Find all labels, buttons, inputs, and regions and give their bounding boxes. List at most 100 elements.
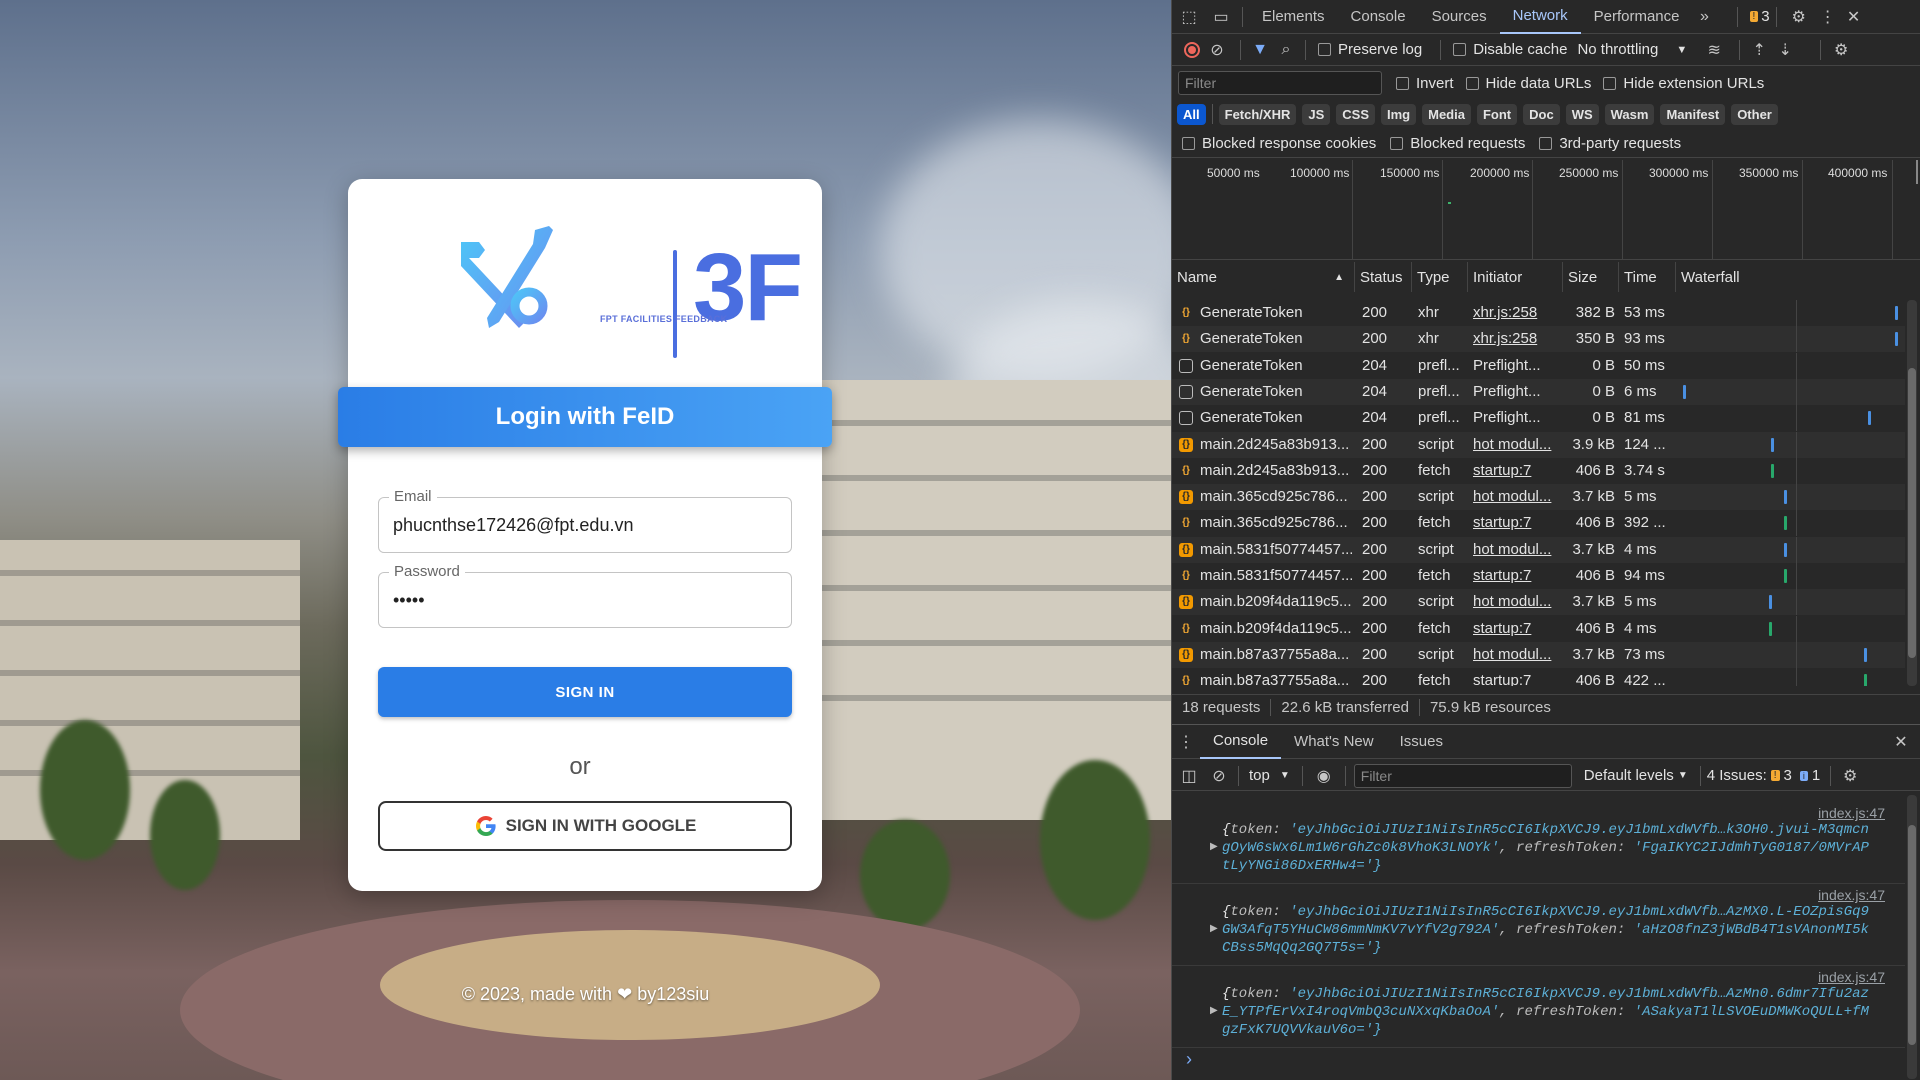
password-value[interactable]: •••••	[393, 590, 425, 611]
network-row[interactable]: {} main.2d245a83b913... 200 fetch startup:7 4…	[1172, 457, 1905, 484]
chip-media[interactable]: Media	[1422, 103, 1471, 125]
network-row[interactable]: GenerateToken 204 prefl... Preflight... 0 B 5…	[1172, 352, 1905, 379]
request-name[interactable]: main.b209f4da119c5...	[1200, 620, 1352, 637]
hide-extension-urls-checkbox[interactable]	[1603, 76, 1617, 90]
chip-doc[interactable]: Doc	[1523, 103, 1560, 125]
close-drawer-icon[interactable]: ✕	[1889, 732, 1913, 752]
password-field[interactable]: Password •••••	[378, 563, 792, 628]
chip-img[interactable]: Img	[1381, 103, 1417, 125]
google-sign-in-button[interactable]: SIGN IN WITH GOOGLE	[378, 801, 792, 851]
request-name[interactable]: main.5831f50774457...	[1200, 541, 1352, 558]
network-row[interactable]: {} main.b87a37755a8a... 200 fetch startup:7 4…	[1172, 668, 1905, 686]
request-name[interactable]: GenerateToken	[1200, 330, 1352, 347]
drawer-tab-whats-new[interactable]: What's New	[1281, 725, 1387, 759]
network-filter-input[interactable]: Filter	[1178, 71, 1382, 95]
disable-cache-checkbox[interactable]	[1453, 43, 1467, 56]
tab-console[interactable]: Console	[1338, 0, 1419, 34]
drawer-tab-issues[interactable]: Issues	[1387, 725, 1456, 759]
chip-all[interactable]: All	[1177, 103, 1206, 125]
request-initiator[interactable]: Preflight...	[1473, 383, 1559, 400]
column-header-initiator[interactable]: Initiator	[1468, 262, 1563, 292]
console-scrollbar[interactable]	[1907, 795, 1917, 1079]
tab-performance[interactable]: Performance	[1581, 0, 1693, 34]
log-levels-select[interactable]: Default levels ▼	[1584, 767, 1688, 784]
network-row[interactable]: {} main.365cd925c786... 200 fetch startup:7 4…	[1172, 510, 1905, 537]
drawer-tab-console[interactable]: Console	[1200, 725, 1282, 759]
request-name[interactable]: GenerateToken	[1200, 357, 1352, 374]
chip-manifest[interactable]: Manifest	[1660, 103, 1726, 125]
network-row[interactable]: {} main.5831f50774457... 200 script hot modu…	[1172, 536, 1905, 563]
chip-font[interactable]: Font	[1476, 103, 1518, 125]
chip-fetch-xhr[interactable]: Fetch/XHR	[1218, 103, 1297, 125]
network-row[interactable]: {} GenerateToken 200 xhr xhr.js:258 350 B 93 m…	[1172, 326, 1905, 353]
device-toolbar-icon[interactable]: ▭	[1206, 7, 1236, 27]
column-header-name[interactable]: Name ▲	[1172, 262, 1355, 292]
network-conditions-icon[interactable]: ≋	[1695, 40, 1733, 60]
column-header-type[interactable]: Type	[1412, 262, 1468, 292]
log-source-link[interactable]: index.js:47	[1818, 887, 1885, 903]
log-source-link[interactable]: index.js:47	[1818, 805, 1885, 821]
invert-checkbox[interactable]	[1396, 76, 1409, 90]
upload-icon[interactable]: ⇡	[1746, 40, 1772, 60]
request-initiator[interactable]: hot modul...	[1473, 436, 1559, 453]
console-filter-input[interactable]: Filter	[1353, 763, 1572, 788]
request-name[interactable]: GenerateToken	[1200, 383, 1352, 400]
table-scrollbar[interactable]	[1907, 300, 1917, 686]
email-value[interactable]: phucnthse172426@fpt.edu.vn	[393, 515, 633, 536]
column-header-status[interactable]: Status	[1355, 262, 1412, 292]
search-icon[interactable]: ⌕	[1273, 41, 1299, 59]
chip-other[interactable]: Other	[1731, 103, 1778, 125]
console-log-entry[interactable]: {token: 'eyJhbGciOiJIUzI1NiIsInR5cCI6Ikp…	[1210, 821, 1902, 875]
chip-wasm[interactable]: Wasm	[1604, 103, 1655, 125]
log-source-link[interactable]: index.js:47	[1818, 969, 1885, 985]
console-log-entry[interactable]: {token: 'eyJhbGciOiJIUzI1NiIsInR5cCI6Ikp…	[1210, 985, 1902, 1039]
close-devtools-icon[interactable]: ✕	[1841, 7, 1867, 27]
network-row[interactable]: {} main.b87a37755a8a... 200 script hot modul…	[1172, 641, 1905, 668]
network-settings-icon[interactable]: ⚙	[1827, 40, 1855, 60]
request-initiator[interactable]: hot modul...	[1473, 646, 1559, 663]
network-row[interactable]: {} main.5831f50774457... 200 fetch startup:7…	[1172, 563, 1905, 589]
request-name[interactable]: main.365cd925c786...	[1200, 488, 1352, 505]
filter-icon[interactable]: ▼	[1247, 41, 1273, 59]
context-select[interactable]: top ▼	[1249, 767, 1290, 784]
throttling-select[interactable]: No throttling ▼	[1577, 41, 1687, 58]
request-name[interactable]: main.2d245a83b913...	[1200, 436, 1352, 453]
request-name[interactable]: main.5831f50774457...	[1200, 567, 1352, 584]
network-row[interactable]: {} main.b209f4da119c5... 200 script hot modu…	[1172, 589, 1905, 616]
request-name[interactable]: main.365cd925c786...	[1200, 514, 1352, 531]
network-row[interactable]: GenerateToken 204 prefl... Preflight... 0 B 8…	[1172, 405, 1905, 432]
blocked-cookies-checkbox[interactable]	[1182, 137, 1195, 150]
network-row[interactable]: {} GenerateToken 200 xhr xhr.js:258 382 B 53 m…	[1172, 300, 1905, 326]
request-initiator[interactable]: xhr.js:258	[1473, 304, 1559, 321]
request-name[interactable]: GenerateToken	[1200, 304, 1352, 321]
chip-ws[interactable]: WS	[1565, 103, 1599, 125]
download-icon[interactable]: ⇣	[1772, 40, 1798, 60]
tab-network[interactable]: Network	[1499, 0, 1581, 34]
request-initiator[interactable]: Preflight...	[1473, 357, 1559, 374]
console-issues-counter[interactable]: 4 Issues: ! 3 i 1	[1707, 767, 1821, 784]
more-tabs-icon[interactable]: »	[1693, 8, 1717, 26]
issues-badge[interactable]: ! 3	[1749, 8, 1770, 25]
request-initiator[interactable]: startup:7	[1473, 672, 1559, 686]
settings-icon[interactable]: ⚙	[1783, 7, 1815, 27]
chip-js[interactable]: JS	[1302, 103, 1331, 125]
request-name[interactable]: GenerateToken	[1200, 409, 1352, 426]
sign-in-button[interactable]: SIGN IN	[378, 667, 792, 717]
request-initiator[interactable]: startup:7	[1473, 620, 1559, 637]
request-initiator[interactable]: hot modul...	[1473, 488, 1559, 505]
network-row[interactable]: {} main.b209f4da119c5... 200 fetch startup:7…	[1172, 615, 1905, 642]
tab-elements[interactable]: Elements	[1249, 0, 1338, 34]
chip-css[interactable]: CSS	[1336, 103, 1375, 125]
request-name[interactable]: main.b87a37755a8a...	[1200, 646, 1352, 663]
third-party-checkbox[interactable]	[1539, 137, 1553, 150]
request-initiator[interactable]: startup:7	[1473, 567, 1559, 584]
clear-console-icon[interactable]: ⊘	[1206, 766, 1232, 786]
clear-icon[interactable]: ⊘	[1200, 40, 1234, 60]
preserve-log-checkbox[interactable]	[1318, 43, 1331, 56]
request-initiator[interactable]: startup:7	[1473, 514, 1559, 531]
request-initiator[interactable]: startup:7	[1473, 462, 1559, 479]
request-initiator[interactable]: hot modul...	[1473, 541, 1559, 558]
console-settings-icon[interactable]: ⚙	[1837, 766, 1863, 786]
request-name[interactable]: main.b209f4da119c5...	[1200, 593, 1352, 610]
request-initiator[interactable]: hot modul...	[1473, 593, 1559, 610]
